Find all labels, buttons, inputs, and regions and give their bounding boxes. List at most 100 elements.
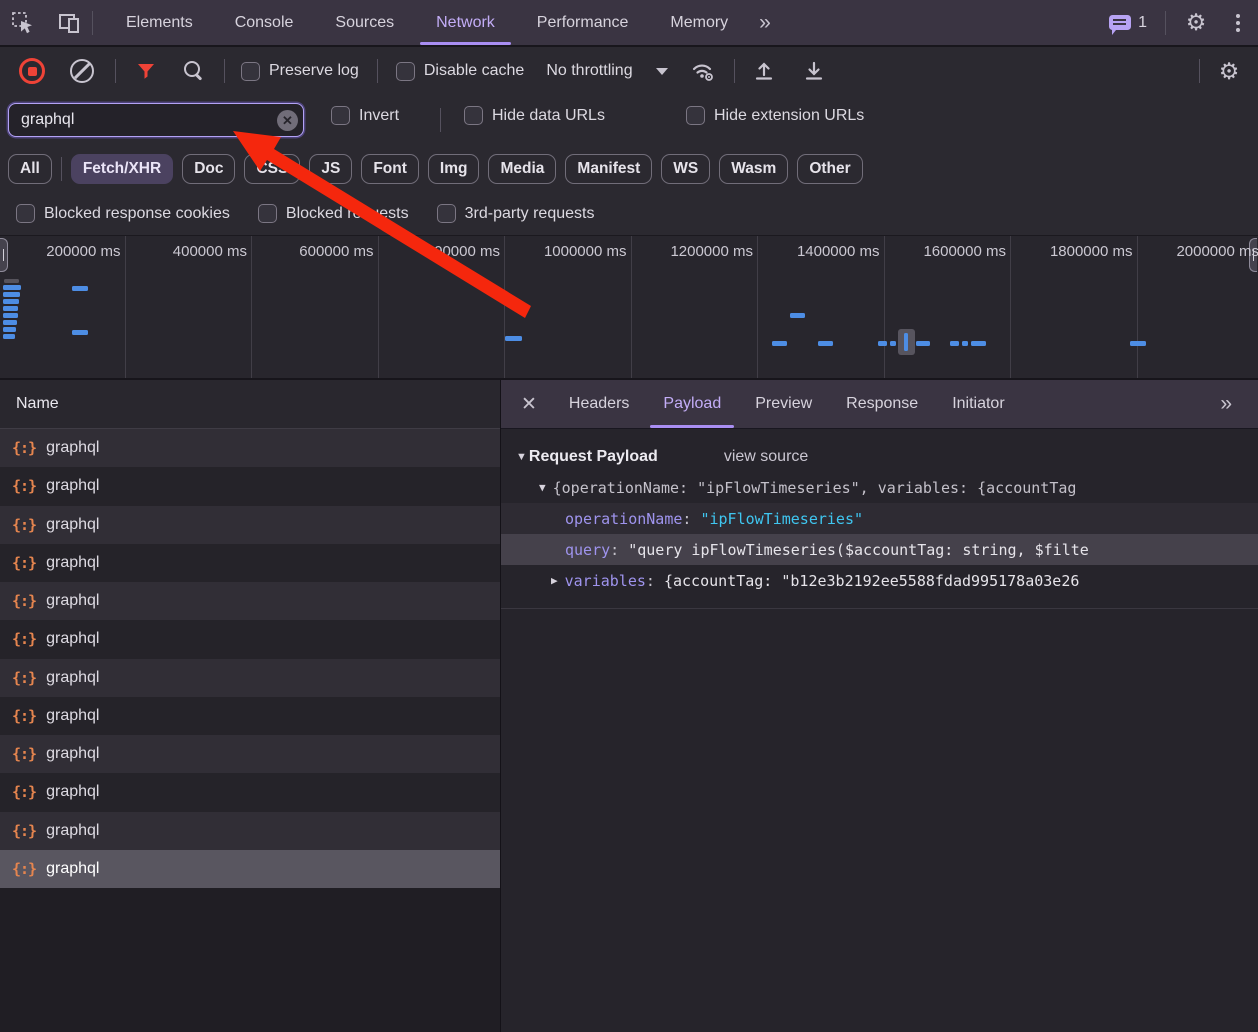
- tab-memory[interactable]: Memory: [649, 0, 749, 45]
- details-tab-payload[interactable]: Payload: [646, 380, 738, 428]
- overview-left-handle[interactable]: [0, 238, 8, 272]
- payload-row-variables[interactable]: ▶ variables: {accountTag: "b12e3b2192ee5…: [501, 565, 1258, 596]
- details-tab-initiator[interactable]: Initiator: [935, 380, 1021, 428]
- filter-chip-img[interactable]: Img: [428, 154, 480, 184]
- tab-console[interactable]: Console: [214, 0, 315, 45]
- request-row[interactable]: {:}graphql: [0, 544, 500, 582]
- issues-button[interactable]: 1: [1099, 0, 1157, 45]
- network-settings-gear-icon[interactable]: ⚙: [1200, 60, 1258, 83]
- tab-performance[interactable]: Performance: [516, 0, 650, 45]
- payload-key: variables: [565, 572, 646, 590]
- timeline-tick-label: 1000000 ms: [544, 243, 627, 260]
- json-braces-icon: {:}: [12, 630, 36, 648]
- filter-chip-media[interactable]: Media: [488, 154, 556, 184]
- request-type-filter-chips: All Fetch/XHR Doc CSS JS Font Img Media Manifest…: [0, 145, 1258, 192]
- request-row[interactable]: {:}graphql: [0, 506, 500, 544]
- request-name: graphql: [46, 745, 99, 763]
- more-tabs-icon[interactable]: »: [749, 11, 779, 35]
- disable-cache-label: Disable cache: [424, 62, 525, 80]
- filter-chip-manifest[interactable]: Manifest: [565, 154, 652, 184]
- checkbox[interactable]: [396, 62, 415, 81]
- details-tab-response[interactable]: Response: [829, 380, 935, 428]
- import-har-icon[interactable]: [749, 60, 779, 82]
- divider: [734, 59, 735, 83]
- json-braces-icon: {:}: [12, 592, 36, 610]
- checkbox[interactable]: [686, 106, 705, 125]
- request-row[interactable]: {:}graphql: [0, 697, 500, 735]
- search-icon[interactable]: [180, 60, 208, 82]
- waterfall-mark: [916, 341, 930, 346]
- hide-data-urls-checkbox[interactable]: Hide data URLs: [464, 106, 605, 125]
- request-row[interactable]: {:}graphql: [0, 467, 500, 505]
- disable-cache-checkbox[interactable]: Disable cache: [396, 62, 525, 81]
- request-row[interactable]: {:}graphql: [0, 429, 500, 467]
- checkbox[interactable]: [16, 204, 35, 223]
- preserve-log-checkbox[interactable]: Preserve log: [241, 62, 359, 81]
- filter-chip-ws[interactable]: WS: [661, 154, 710, 184]
- export-har-icon[interactable]: [799, 60, 829, 82]
- filter-chip-all[interactable]: All: [8, 154, 52, 184]
- inspect-element-icon[interactable]: [0, 0, 46, 45]
- payload-view: ▼Request Payload view source ▼ {operatio…: [501, 429, 1258, 1032]
- waterfall-mark: [1130, 341, 1146, 346]
- tab-sources[interactable]: Sources: [314, 0, 415, 45]
- checkbox[interactable]: [258, 204, 277, 223]
- name-column-header[interactable]: Name: [0, 380, 500, 429]
- checkbox[interactable]: [437, 204, 456, 223]
- payload-row-operationname[interactable]: operationName: "ipFlowTimeseries": [501, 503, 1258, 534]
- blocked-response-cookies-checkbox[interactable]: Blocked response cookies: [16, 204, 230, 223]
- filter-chip-doc[interactable]: Doc: [182, 154, 235, 184]
- expand-triangle-icon[interactable]: ▶: [551, 574, 558, 587]
- filter-chip-wasm[interactable]: Wasm: [719, 154, 788, 184]
- view-source-link[interactable]: view source: [724, 448, 808, 466]
- more-detail-tabs-icon[interactable]: »: [1210, 392, 1240, 416]
- device-toolbar-icon[interactable]: [46, 0, 92, 45]
- request-row[interactable]: {:}graphql: [0, 659, 500, 697]
- network-overview-timeline[interactable]: 200000 ms400000 ms600000 ms800000 ms1000…: [0, 236, 1258, 380]
- network-conditions-icon[interactable]: [686, 59, 720, 83]
- request-row[interactable]: {:}graphql: [0, 773, 500, 811]
- timeline-tick-label: 800000 ms: [426, 243, 500, 260]
- clear-network-log-button[interactable]: [67, 59, 97, 83]
- checkbox[interactable]: [464, 106, 483, 125]
- 3rd-party-requests-checkbox[interactable]: 3rd-party requests: [437, 204, 595, 223]
- filter-chip-font[interactable]: Font: [361, 154, 419, 184]
- request-payload-section: ▼Request Payload view source: [501, 442, 1258, 472]
- request-row[interactable]: {:}graphql: [0, 735, 500, 773]
- tab-network[interactable]: Network: [415, 0, 516, 45]
- settings-gear-icon[interactable]: ⚙: [1174, 0, 1218, 45]
- request-name: graphql: [46, 516, 99, 534]
- throttling-dropdown[interactable]: No throttling: [546, 62, 667, 80]
- payload-summary-text: {operationName: "ipFlowTimeseries", vari…: [553, 479, 1077, 497]
- payload-summary-row[interactable]: ▼ {operationName: "ipFlowTimeseries", va…: [501, 472, 1258, 503]
- kebab-menu-icon[interactable]: [1218, 0, 1258, 45]
- blocked-requests-checkbox[interactable]: Blocked requests: [258, 204, 409, 223]
- request-row[interactable]: {:}graphql: [0, 850, 500, 888]
- payload-row-query[interactable]: query: "query ipFlowTimeseries($accountT…: [501, 534, 1258, 565]
- payload-value: "ipFlowTimeseries": [700, 510, 863, 528]
- filter-chip-js[interactable]: JS: [309, 154, 352, 184]
- record-network-log-button[interactable]: [17, 58, 47, 84]
- hide-extension-urls-checkbox[interactable]: Hide extension URLs: [686, 106, 864, 125]
- request-row[interactable]: {:}graphql: [0, 812, 500, 850]
- details-tab-headers[interactable]: Headers: [552, 380, 646, 428]
- request-row[interactable]: {:}graphql: [0, 620, 500, 658]
- filter-chip-other[interactable]: Other: [797, 154, 862, 184]
- close-details-icon[interactable]: ✕: [501, 393, 552, 416]
- checkbox[interactable]: [241, 62, 260, 81]
- expand-triangle-icon[interactable]: ▼: [539, 481, 546, 494]
- collapse-triangle-icon[interactable]: ▼: [516, 451, 527, 463]
- filter-input[interactable]: [8, 103, 304, 137]
- clear-filter-icon[interactable]: ✕: [277, 110, 298, 131]
- timeline-gridline: [251, 236, 252, 378]
- invert-checkbox[interactable]: Invert: [331, 106, 399, 125]
- filter-funnel-icon[interactable]: [132, 63, 160, 80]
- json-braces-icon: {:}: [12, 783, 36, 801]
- filter-chip-fetch-xhr[interactable]: Fetch/XHR: [71, 154, 173, 184]
- request-row[interactable]: {:}graphql: [0, 582, 500, 620]
- checkbox[interactable]: [331, 106, 350, 125]
- tab-elements[interactable]: Elements: [105, 0, 214, 45]
- details-tab-preview[interactable]: Preview: [738, 380, 829, 428]
- waterfall-mark: [4, 279, 19, 283]
- filter-chip-css[interactable]: CSS: [244, 154, 300, 184]
